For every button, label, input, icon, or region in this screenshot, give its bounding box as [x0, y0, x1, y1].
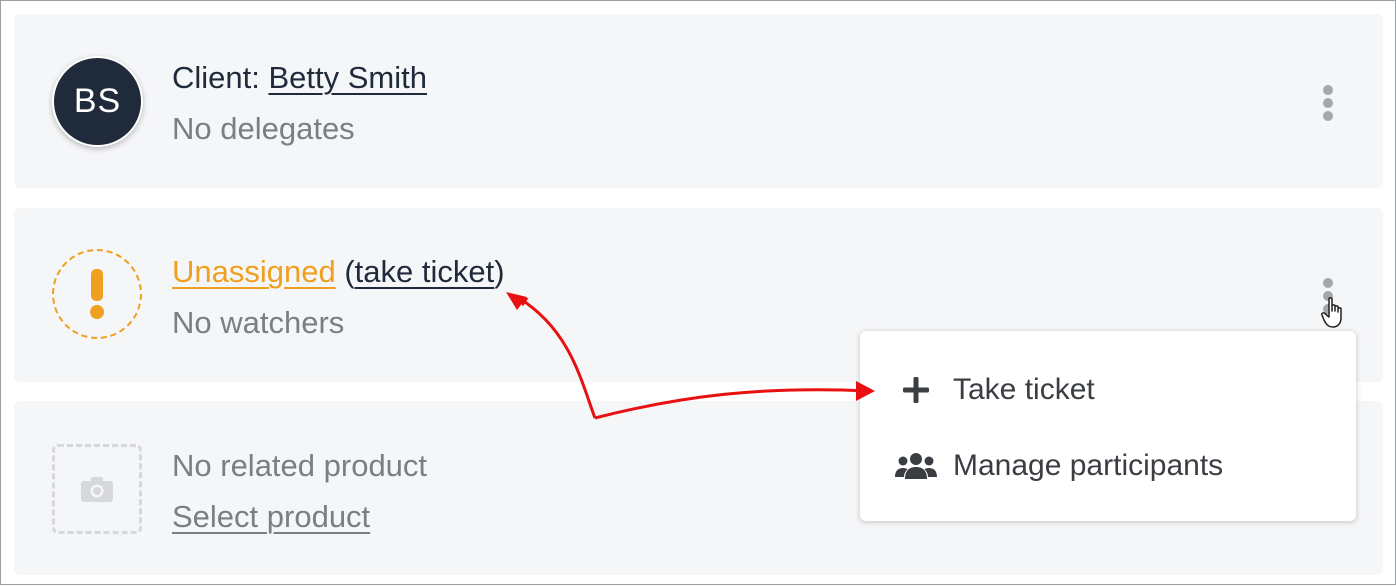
users-icon: [895, 446, 937, 486]
client-card: [14, 14, 1383, 188]
plus-icon: [895, 370, 937, 410]
client-more-menu-icon[interactable]: [1318, 83, 1338, 123]
menu-item-label: Manage participants: [953, 449, 1224, 482]
menu-item-take-ticket[interactable]: Take ticket: [860, 360, 1356, 420]
select-product-line: Select product: [172, 498, 370, 536]
client-name-link[interactable]: Betty Smith: [268, 60, 427, 95]
product-image-placeholder: [52, 444, 142, 534]
menu-item-label: Take ticket: [953, 373, 1095, 406]
menu-item-manage-participants[interactable]: Manage participants: [860, 436, 1356, 496]
actions-dropdown-menu: Take ticket Manage participants: [860, 331, 1356, 521]
assignment-line: Unassigned (take ticket): [172, 253, 505, 291]
camera-icon: [81, 477, 113, 502]
select-product-link[interactable]: Select product: [172, 499, 370, 534]
close-paren: ): [494, 254, 505, 289]
open-paren: (: [335, 254, 355, 289]
window-frame: BS Client: Betty Smith No delegates Unas…: [0, 0, 1396, 585]
delegates-text: No delegates: [172, 111, 355, 146]
avatar-initials: BS: [73, 82, 122, 120]
related-product-text: No related product: [172, 448, 428, 483]
assignment-more-menu-icon[interactable]: [1318, 276, 1338, 316]
watchers-text: No watchers: [172, 305, 345, 340]
client-line: Client: Betty Smith: [172, 59, 427, 97]
avatar: BS: [52, 56, 143, 147]
unassigned-warning-icon: [52, 249, 142, 339]
client-prefix: Client:: [172, 60, 269, 95]
take-ticket-link[interactable]: take ticket: [355, 254, 495, 289]
unassigned-link[interactable]: Unassigned: [172, 254, 336, 289]
